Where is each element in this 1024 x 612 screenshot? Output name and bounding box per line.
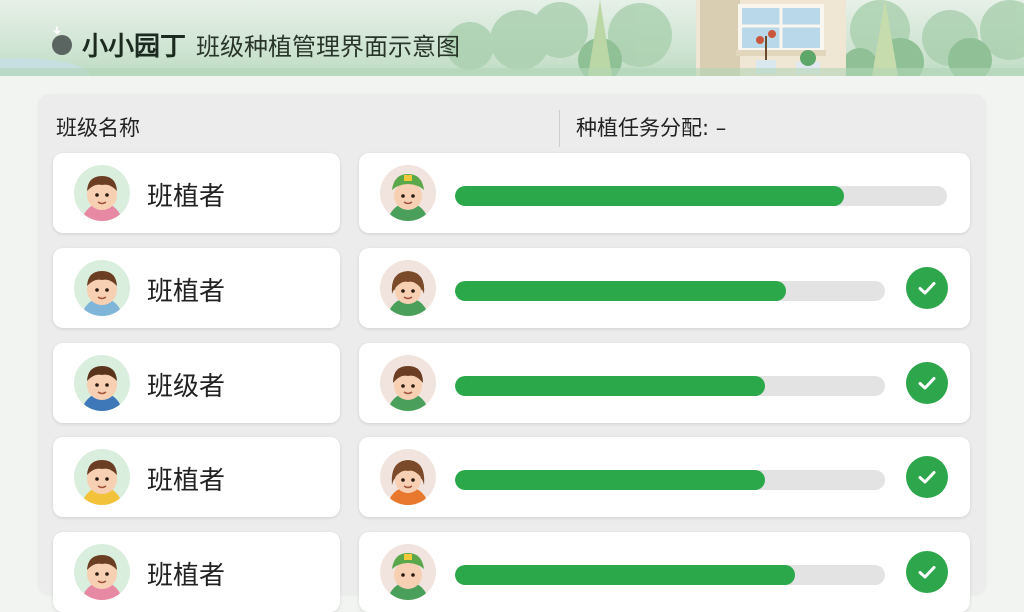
class-row[interactable]: 班植者 (0, 532, 1024, 612)
class-name-card[interactable]: 班植者 (53, 532, 340, 612)
task-progress-fill (455, 565, 795, 585)
class-name-card[interactable]: 班植者 (53, 248, 340, 328)
task-progress-fill (455, 376, 765, 396)
column-header-class-name: 班级名称 (56, 116, 140, 140)
task-card[interactable] (359, 343, 970, 423)
page-title: 小小园丁 班级种植管理界面示意图 (52, 26, 460, 63)
header-banner: 小小园丁 班级种植管理界面示意图 (0, 0, 1024, 76)
student-avatar (74, 165, 130, 221)
gardener-avatar (380, 165, 436, 221)
task-progress-fill (455, 281, 787, 301)
class-name-label: 班植者 (147, 182, 226, 212)
gardener-avatar (380, 449, 436, 505)
task-card[interactable] (359, 437, 970, 517)
class-name-card[interactable]: 班植者 (53, 153, 340, 233)
completed-check-icon[interactable] (906, 362, 948, 404)
student-avatar (74, 260, 130, 316)
column-header-task-assignment: 种植任务分配: – (576, 116, 727, 140)
class-row[interactable]: 班级者 (0, 343, 1024, 423)
student-avatar (74, 449, 130, 505)
class-row[interactable]: 班植者 (0, 248, 1024, 328)
gardener-avatar (380, 355, 436, 411)
task-progress-fill (455, 470, 765, 490)
class-name-card[interactable]: 班级者 (53, 343, 340, 423)
task-progress-bar (455, 376, 885, 396)
download-icon[interactable] (52, 26, 72, 55)
class-name-label: 班级者 (147, 372, 226, 402)
column-divider (559, 110, 560, 147)
page-subtitle: 班级种植管理界面示意图 (196, 33, 461, 61)
completed-check-icon[interactable] (906, 551, 948, 593)
class-name-label: 班植者 (147, 466, 226, 496)
app-name: 小小园丁 (82, 32, 187, 62)
class-name-label: 班植者 (147, 561, 226, 591)
student-avatar (74, 544, 130, 600)
class-name-label: 班植者 (147, 277, 226, 307)
completed-check-icon[interactable] (906, 456, 948, 498)
class-row[interactable]: 班植者 (0, 153, 1024, 233)
task-progress-bar (455, 281, 885, 301)
class-row[interactable]: 班植者 (0, 437, 1024, 517)
gardener-avatar (380, 260, 436, 316)
gardener-avatar (380, 544, 436, 600)
task-progress-fill (455, 186, 844, 206)
task-card[interactable] (359, 248, 970, 328)
task-progress-bar (455, 470, 885, 490)
task-progress-bar (455, 186, 947, 206)
task-card[interactable] (359, 153, 970, 233)
completed-check-icon[interactable] (906, 267, 948, 309)
student-avatar (74, 355, 130, 411)
task-progress-bar (455, 565, 885, 585)
class-name-card[interactable]: 班植者 (53, 437, 340, 517)
task-card[interactable] (359, 532, 970, 612)
